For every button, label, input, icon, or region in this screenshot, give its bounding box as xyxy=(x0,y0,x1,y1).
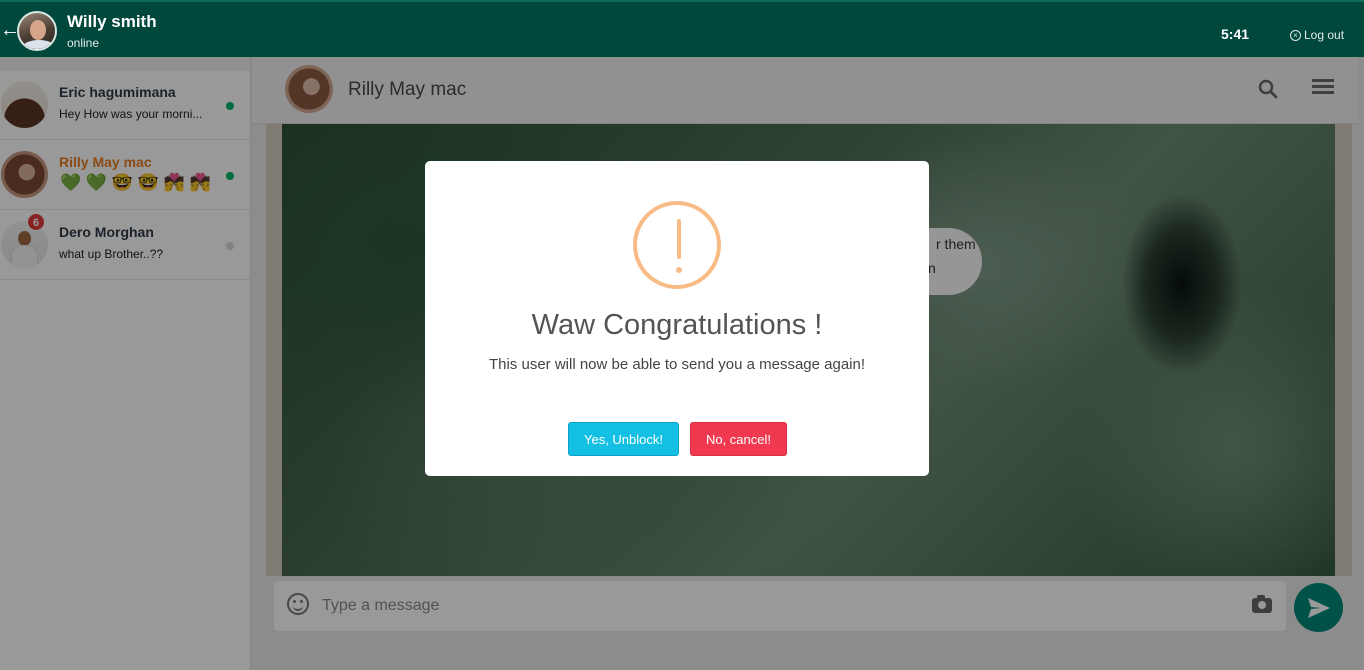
user-name: Willy smith xyxy=(67,12,157,31)
logout-link[interactable]: × Log out xyxy=(1290,28,1344,42)
warning-icon xyxy=(633,201,721,289)
dialog-message: This user will now be able to send you a… xyxy=(488,356,866,373)
cancel-button[interactable]: No, cancel! xyxy=(690,422,787,456)
clock: 5:41 xyxy=(1221,26,1250,42)
logout-label: Log out xyxy=(1304,28,1345,42)
unblock-button[interactable]: Yes, Unblock! xyxy=(568,422,679,456)
close-circle-icon: × xyxy=(1290,29,1301,41)
user-status: online xyxy=(67,36,100,50)
top-bar: ← Willy smith online 5:41 × Log out xyxy=(0,0,1364,57)
confirmation-dialog: Waw Congratulations ! This user will now… xyxy=(425,161,929,476)
dialog-title: Waw Congratulations ! xyxy=(531,309,823,341)
back-arrow-icon[interactable]: ← xyxy=(0,20,20,40)
user-avatar[interactable] xyxy=(17,11,57,51)
